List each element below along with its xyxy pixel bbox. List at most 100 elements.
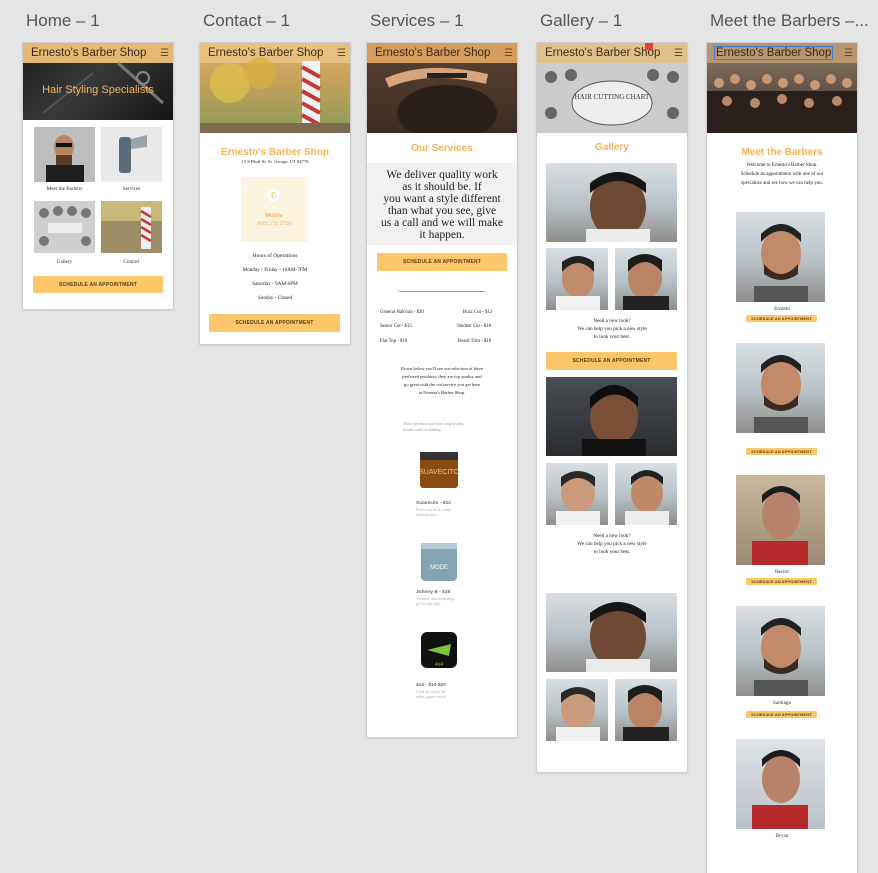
mobile-label: Mobile [265, 213, 283, 219]
gallery-photo-8[interactable] [546, 679, 608, 741]
hamburger-menu-icon[interactable]: ☰ [160, 48, 169, 59]
barber-name-santiago: Santiago [772, 700, 792, 706]
artboard-title-home[interactable]: Home – 1 [26, 11, 100, 31]
artboard-title-gallery[interactable]: Gallery – 1 [540, 11, 622, 31]
services-intro-1: We deliver quality work [386, 169, 498, 181]
need-look-repeat-1: Need a new look? [593, 533, 631, 539]
services-intro-5: us a call and we will make [381, 217, 503, 229]
tile-services-label[interactable]: Services [101, 186, 162, 192]
tile-gallery-label[interactable]: Gallery [34, 259, 95, 265]
product-suavecito-image[interactable]: SUAVECITO [415, 446, 463, 492]
product-suavecito-label: SUAVECITO [419, 469, 459, 476]
schedule-appointment-button[interactable]: SCHEDULE AN APPOINTMENT [746, 448, 817, 455]
artboard-gallery[interactable]: HAIR CUTTING CHART Ernesto's Barber Shop… [537, 43, 687, 772]
schedule-appointment-button[interactable]: SCHEDULE AN APPOINTMENT [377, 253, 507, 271]
barber-name-ernesto: Ernesto [774, 306, 790, 312]
gallery-photo-6[interactable] [615, 463, 677, 525]
red-marker [645, 43, 653, 50]
artboard-contact[interactable]: Ernesto's Barber Shop ☰ Ernesto's Barber… [200, 43, 350, 344]
artboard-title-services[interactable]: Services – 1 [370, 11, 464, 31]
tile-contact-image[interactable] [101, 201, 162, 253]
services-intro-3: you want a style different [383, 193, 501, 205]
product-johnnyb-desc-2: gel for fine hair. [416, 602, 441, 606]
gallery-photo-9[interactable] [615, 679, 677, 741]
barber-name-bryan: Bryan [775, 833, 789, 839]
barber-name-hector: Hector [774, 569, 790, 575]
gallery-photo-1[interactable] [546, 163, 677, 242]
schedule-appointment-button[interactable]: SCHEDULE AN APPOINTMENT [746, 711, 817, 718]
barber-photo-2[interactable] [736, 343, 825, 433]
top-nav: Ernesto's Barber Shop ☰ [200, 43, 350, 63]
artboard-title-barbers[interactable]: Meet the Barbers –... [710, 11, 876, 31]
barber-photo-santiago[interactable] [736, 606, 825, 696]
barbers-intro-3: specialists and see how we can help you. [741, 181, 823, 186]
barbers-intro-2: Schedule an appointment with one of our [740, 172, 824, 177]
gallery-photo-4[interactable] [546, 377, 677, 456]
artboard-title-contact[interactable]: Contact – 1 [203, 11, 290, 31]
brand-title[interactable]: Ernesto's Barber Shop [545, 47, 660, 59]
gallery-photo-5[interactable] [546, 463, 608, 525]
barber-photo-ernesto[interactable] [736, 212, 825, 302]
schedule-appointment-button[interactable]: SCHEDULE AN APPOINTMENT [33, 276, 163, 293]
artboard-barbers[interactable]: Ernesto's Barber Shop ☰ Meet the Barbers… [707, 43, 857, 873]
need-look-repeat-3: to look your best. [593, 549, 631, 555]
price-general: General Haircuts - $20 [380, 310, 424, 315]
need-look-2: We can help you pick a new style [577, 326, 647, 332]
gallery-photo-3[interactable] [615, 248, 677, 310]
barbers-heading: Meet the Barbers [741, 147, 823, 158]
barbers-intro-1: Welcome to Ernesto's Barber Shop. [746, 163, 818, 168]
hamburger-menu-icon[interactable]: ☰ [504, 48, 513, 59]
hamburger-menu-icon[interactable]: ☰ [844, 48, 853, 59]
tile-barbers-label[interactable]: Meet the Barbers [34, 186, 95, 192]
contact-address: 15 S Bluff St, St. George, UT 84770 [241, 159, 309, 164]
tile-barbers-image[interactable] [34, 127, 95, 182]
tile-gallery-image[interactable] [34, 201, 95, 253]
brand-title[interactable]: Ernesto's Barber Shop [208, 47, 323, 59]
artboard-home[interactable]: Ernesto's Barber Shop ☰ Hair Styling Spe… [23, 43, 173, 309]
price-student: Student Cut - $18 [457, 324, 491, 329]
product-suavecito-desc-1: Perfect for thick, curly, [416, 508, 452, 512]
products-intro-3: go great with the cut/service you get he… [404, 382, 480, 387]
hours-title: Hours of Operations [252, 253, 298, 259]
services-intro-4: than what you see, give [387, 205, 497, 217]
barber-photo-hector[interactable] [736, 475, 825, 565]
schedule-appointment-button[interactable]: SCHEDULE AN APPOINTMENT [746, 578, 817, 585]
product-4x4-desc-2: styles, gamer mood. [416, 695, 447, 699]
schedule-appointment-button[interactable]: SCHEDULE AN APPOINTMENT [746, 315, 817, 322]
price-beard: Beard Trim - $10 [458, 339, 492, 344]
product-johnnyb-desc-1: Versatile, ultra-hydrating [416, 597, 454, 601]
need-look-3: to look your best. [593, 334, 631, 340]
tile-services-image[interactable] [101, 127, 162, 182]
hours-sunday: Sunday - Closed [257, 295, 293, 301]
contact-heading: Ernesto's Barber Shop [221, 147, 329, 158]
gallery-photo-7[interactable] [546, 593, 677, 672]
product-4x4-image[interactable]: 4x4 [415, 626, 463, 674]
brand-title[interactable]: Ernesto's Barber Shop [713, 46, 834, 60]
gallery-photo-2[interactable] [546, 248, 608, 310]
top-nav: Ernesto's Barber Shop ☰ [537, 43, 687, 63]
top-nav: Ernesto's Barber Shop ☰ [367, 43, 517, 63]
products-intro-1: Down below you'll see our selection of t… [400, 366, 484, 371]
hamburger-menu-icon[interactable]: ☰ [674, 48, 683, 59]
hero-heading: Hair Styling Specialists [42, 84, 154, 96]
product-johnnyb-label: MODE [430, 565, 448, 571]
price-senior: Senior Cut - $15 [380, 324, 412, 329]
products-note-1: These products provide long-lasting [403, 421, 464, 426]
products-note-2: results with no flaking. [403, 427, 442, 432]
need-look-1: Need a new look? [593, 318, 631, 324]
mobile-number[interactable]: (435) 216-2719 [241, 221, 307, 227]
product-4x4-desc-1: Great for active life [416, 690, 446, 694]
brand-title[interactable]: Ernesto's Barber Shop [31, 47, 146, 59]
artboard-services[interactable]: Ernesto's Barber Shop ☰ Our Services We … [367, 43, 517, 737]
product-suavecito-desc-2: stubborn hair. [416, 513, 437, 517]
services-intro-6: it happen. [419, 229, 465, 241]
mobile-card[interactable]: ✆ Mobile (435) 216-2719 [241, 177, 307, 242]
barber-photo-bryan[interactable] [736, 739, 825, 829]
hamburger-menu-icon[interactable]: ☰ [337, 48, 346, 59]
brand-title[interactable]: Ernesto's Barber Shop [375, 47, 490, 59]
product-johnnyb-image[interactable]: MODE [415, 539, 463, 583]
product-4x4-label: 4x4 [435, 662, 443, 668]
schedule-appointment-button[interactable]: SCHEDULE AN APPOINTMENT [209, 314, 340, 332]
schedule-appointment-button[interactable]: SCHEDULE AN APPOINTMENT [546, 352, 677, 370]
tile-contact-label[interactable]: Contact [101, 259, 162, 265]
